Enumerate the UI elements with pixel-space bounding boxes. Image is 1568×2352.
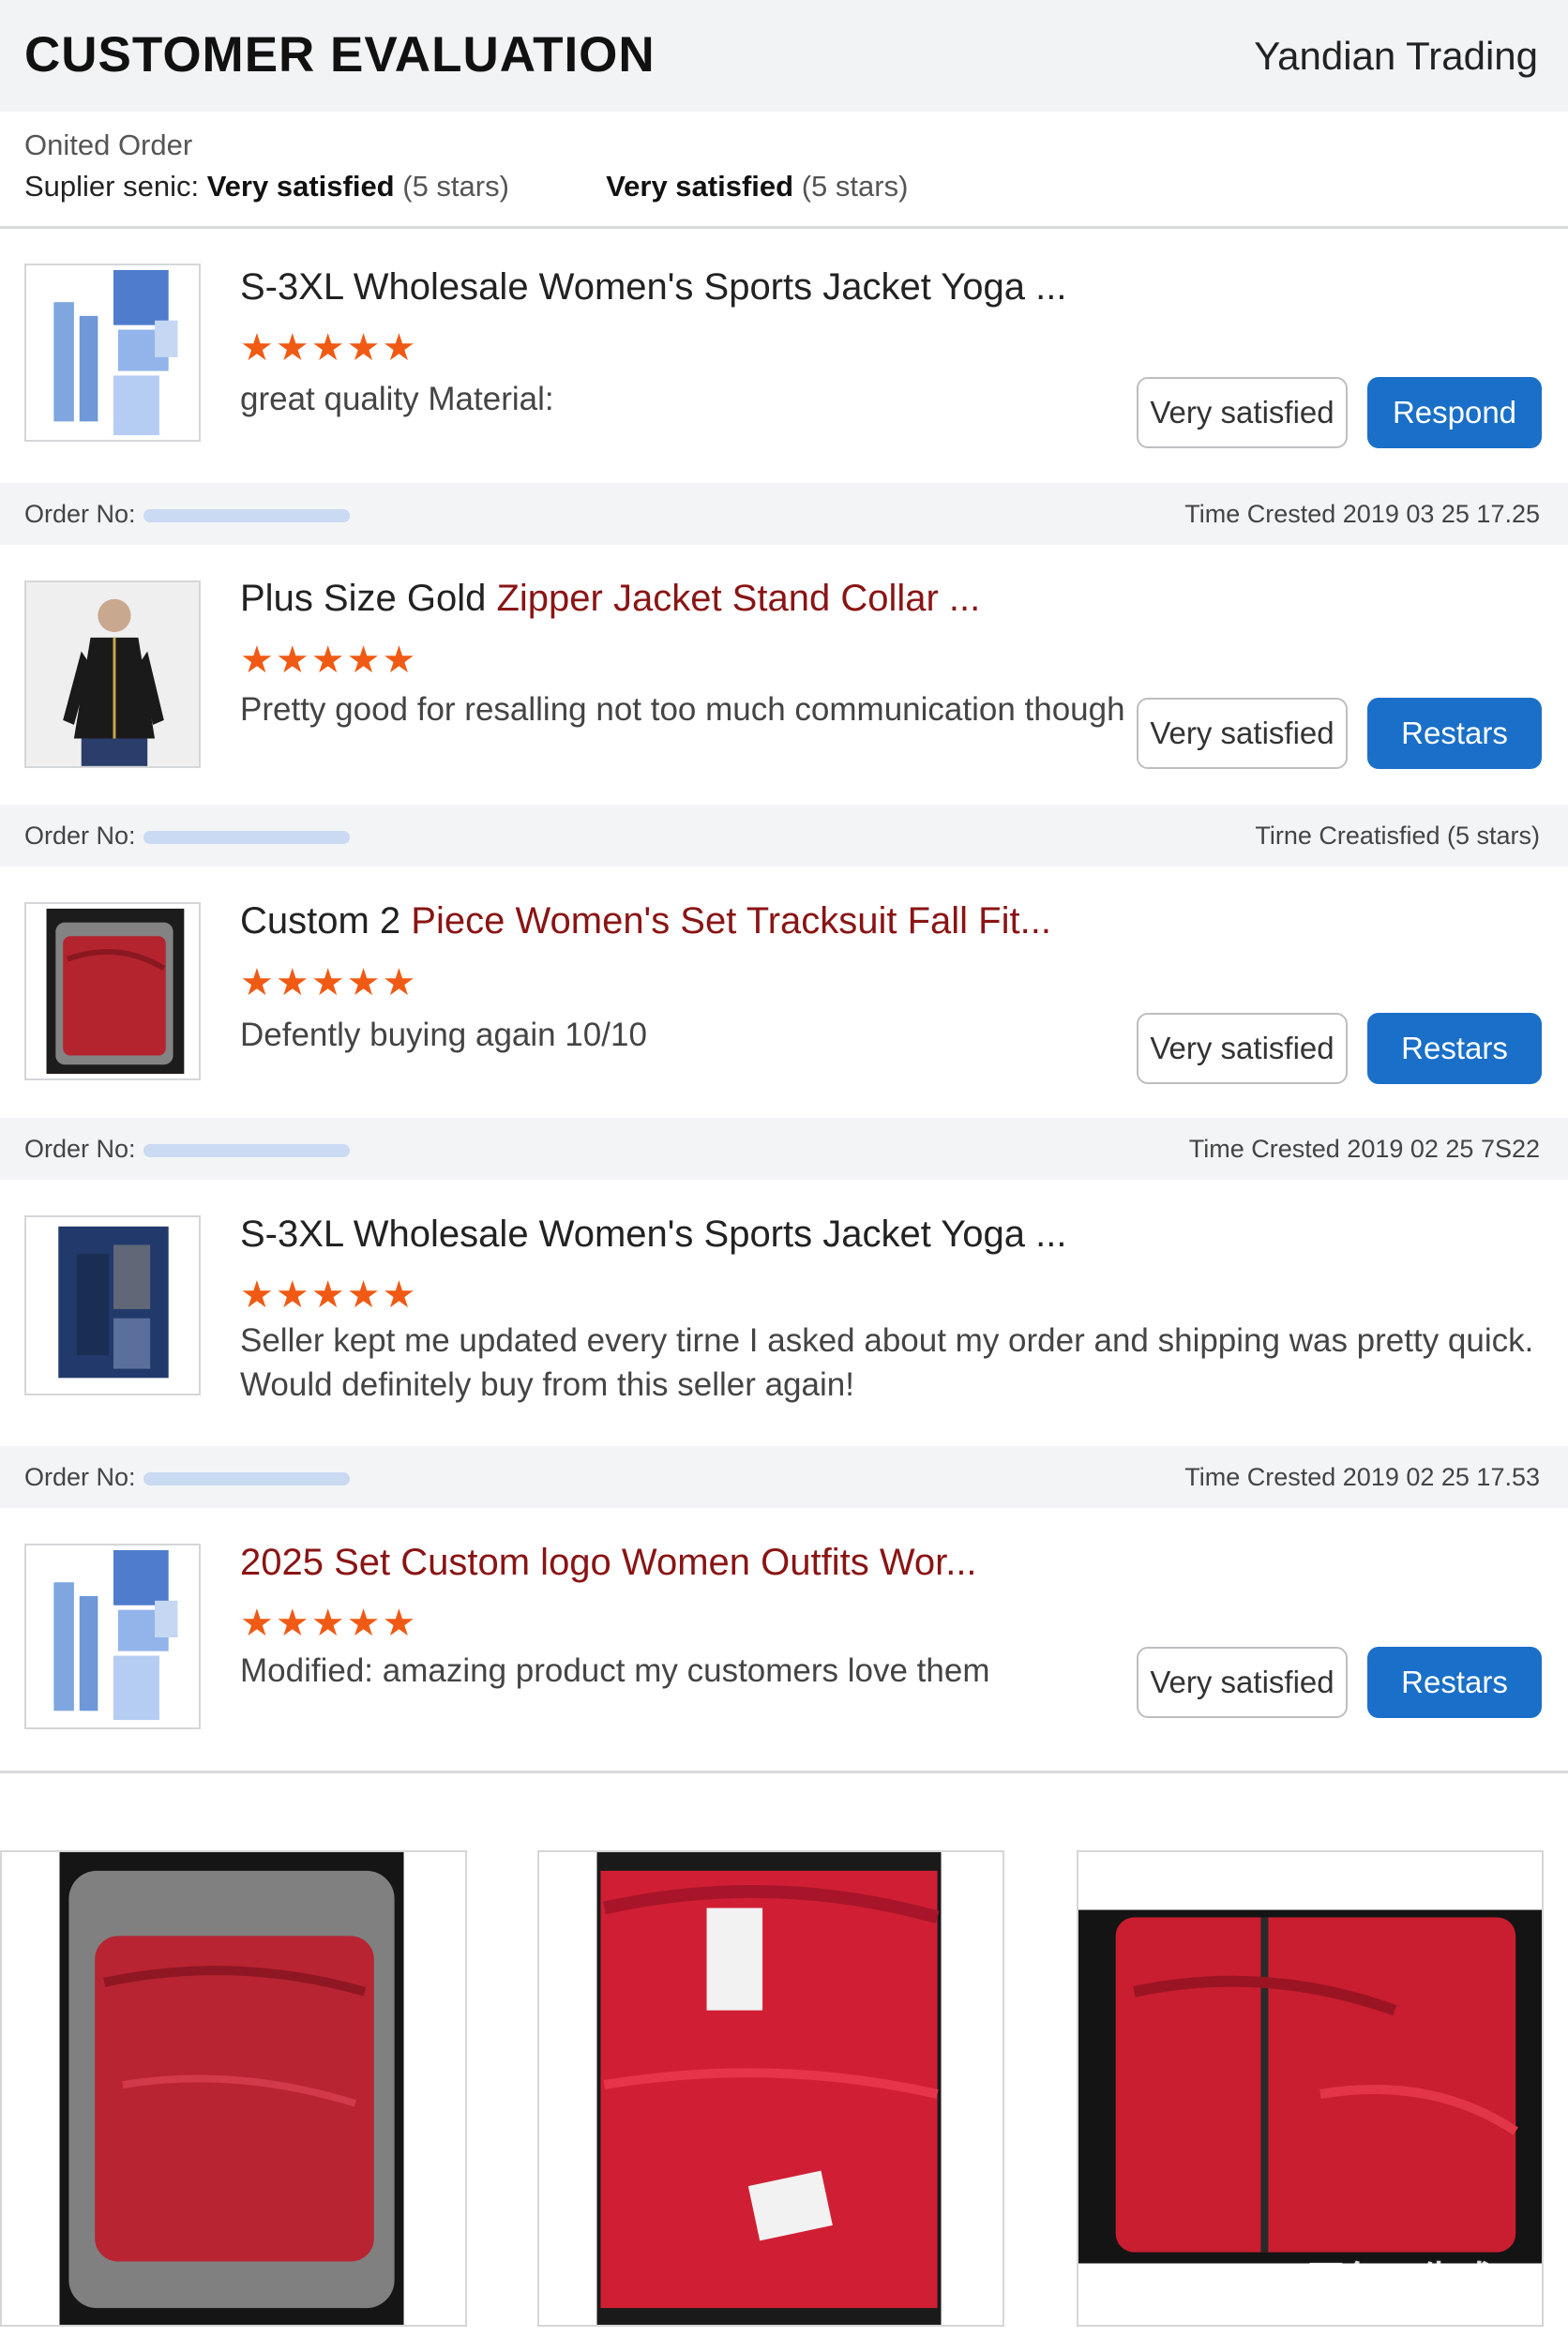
review-photo-gallery: 豆包AI生成 — [0, 1850, 1568, 2329]
supplier-label: Suplier senic: — [24, 170, 207, 203]
order-meta-row: Order No: Tirne Creatisfied (5 stars) — [0, 805, 1568, 867]
rating-summary: Onited Order Suplier senic: Very satisfi… — [0, 112, 1568, 229]
satisfaction-badge[interactable]: Very satisfied — [1137, 698, 1348, 769]
review-item: S-3XL Wholesale Women's Sports Jacket Yo… — [0, 1180, 1568, 1446]
time-created: Tirne Creatisfied (5 stars) — [1255, 822, 1540, 850]
restars-button[interactable]: Restars — [1367, 1647, 1542, 1718]
review-item: S-3XL Wholesale Women's Sports Jacket Yo… — [0, 229, 1568, 483]
blue-leggings-icon[interactable] — [24, 264, 201, 442]
review-item: Plus Size Gold Zipper Jacket Stand Colla… — [0, 545, 1568, 805]
star-rating: ★★★★★ — [240, 1603, 418, 1644]
divider — [0, 1771, 1568, 1773]
red-tracksuit-bag-icon[interactable] — [24, 902, 201, 1080]
order-number: Order No: — [24, 1135, 350, 1164]
order-number: Order No: — [24, 1463, 350, 1492]
order-meta-row: Order No: Time Crested 2019 03 25 17.25 — [0, 483, 1568, 545]
blurred-order-id — [143, 508, 350, 522]
satisfaction-badge[interactable]: Very satisfied — [1137, 1647, 1348, 1718]
review-item: Custom 2 Piece Women's Set Tracksuit Fal… — [0, 867, 1568, 1118]
review-title[interactable]: 2025 Set Custom logo Women Outfits Wor..… — [240, 1542, 977, 1584]
blurred-order-id — [143, 830, 350, 844]
blue-leggings-icon[interactable] — [24, 1544, 201, 1729]
page-title: CUSTOMER EVALUATION — [24, 27, 656, 83]
page-header: CUSTOMER EVALUATION Yandian Trading — [0, 0, 1568, 112]
time-created: Time Crested 2019 02 25 7S22 — [1188, 1135, 1540, 1163]
star-rating: ★★★★★ — [240, 962, 418, 1003]
order-meta-row: Order No: Time Crested 2019 02 25 7S22 — [0, 1118, 1568, 1180]
respond-button[interactable]: Respond — [1367, 377, 1542, 448]
star-rating: ★★★★★ — [240, 640, 418, 681]
order-number: Order No: — [24, 500, 350, 529]
supplier-stars: (5 stars) — [402, 170, 509, 203]
red-jacket-spread-photo[interactable]: 豆包AI生成 — [1077, 1850, 1544, 2327]
order-number: Order No: — [24, 822, 350, 851]
summary-ratings: Suplier senic: Very satisfied (5 stars) … — [24, 170, 908, 204]
satisfaction-badge[interactable]: Very satisfied — [1137, 1013, 1348, 1084]
blurred-order-id — [143, 1471, 350, 1485]
black-jacket-model-icon[interactable] — [24, 580, 201, 768]
review-title[interactable]: Plus Size Gold Zipper Jacket Stand Colla… — [240, 578, 980, 620]
watermark-text: 豆包AI生成 — [1307, 2260, 1495, 2301]
review-item: 2025 Set Custom logo Women Outfits Wor..… — [0, 1508, 1568, 1752]
time-created: Time Crested 2019 02 25 17.53 — [1184, 1463, 1540, 1491]
blurred-order-id — [143, 1143, 350, 1157]
satisfaction-badge[interactable]: Very satisfied — [1137, 377, 1348, 448]
company-name[interactable]: Yandian Trading — [1254, 34, 1538, 79]
star-rating: ★★★★★ — [240, 1274, 418, 1316]
order-meta-row: Order No: Time Crested 2019 02 25 17.53 — [0, 1446, 1568, 1508]
overall-stars: (5 stars) — [801, 170, 909, 203]
red-tracksuit-in-bag-photo[interactable] — [0, 1850, 467, 2327]
summary-order-label: Onited Order — [24, 128, 193, 161]
navy-jacket-icon[interactable] — [24, 1215, 201, 1395]
review-title[interactable]: Custom 2 Piece Women's Set Tracksuit Fal… — [240, 900, 1051, 942]
supplier-rating: Very satisfied — [206, 170, 395, 203]
time-created: Time Crested 2019 03 25 17.25 — [1184, 500, 1540, 528]
star-rating: ★★★★★ — [240, 327, 418, 369]
restars-button[interactable]: Restars — [1367, 1013, 1542, 1084]
restars-button[interactable]: Restars — [1367, 698, 1542, 769]
overall-rating: Very satisfied — [606, 170, 794, 203]
review-title[interactable]: S-3XL Wholesale Women's Sports Jacket Yo… — [240, 1214, 1066, 1256]
review-title[interactable]: S-3XL Wholesale Women's Sports Jacket Yo… — [240, 266, 1066, 309]
red-jacket-with-tags-photo[interactable] — [537, 1850, 1004, 2327]
review-text: Seller kept me updated every tirne I ask… — [240, 1322, 1534, 1403]
